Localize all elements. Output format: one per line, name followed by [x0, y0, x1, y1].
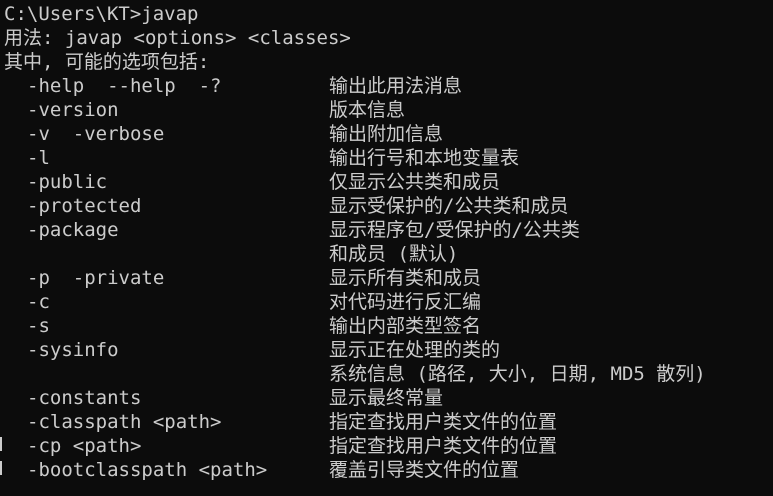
option-flag: -package: [27, 219, 119, 241]
option-flag: -public: [27, 171, 108, 193]
option-flag: -v -verbose: [27, 123, 165, 145]
option-description-continued: 和成员 (默认): [329, 243, 459, 265]
option-flag: -constants: [27, 387, 142, 409]
option-description: 对代码进行反汇编: [329, 291, 482, 313]
option-description: 显示程序包/受保护的/公共类: [329, 219, 580, 241]
option-description: 输出行号和本地变量表: [329, 147, 520, 169]
option-description: 输出附加信息: [329, 123, 444, 145]
option-description: 显示所有类和成员: [329, 267, 482, 289]
option-flag: -c: [27, 291, 50, 313]
edge-artifact: [0, 461, 2, 475]
option-description: 输出内部类型签名: [329, 315, 482, 337]
terminal-window[interactable]: C:\Users\KT>javap 用法: javap <options> <c…: [0, 0, 773, 496]
usage-line: 用法: javap <options> <classes>: [4, 27, 351, 49]
option-flag: -l: [27, 147, 50, 169]
option-description: 显示最终常量: [329, 387, 444, 409]
option-description: 显示受保护的/公共类和成员: [329, 195, 569, 217]
option-description: 输出此用法消息: [329, 75, 463, 97]
option-flag: -p -private: [27, 267, 165, 289]
option-description: 仅显示公共类和成员: [329, 171, 501, 193]
prompt-line: C:\Users\KT>javap: [4, 3, 199, 25]
options-header: 其中, 可能的选项包括:: [4, 51, 210, 73]
option-description: 版本信息: [329, 99, 406, 121]
option-flag: -version: [27, 99, 119, 121]
option-description: 指定查找用户类文件的位置: [329, 435, 558, 457]
option-flag: -s: [27, 315, 50, 337]
option-flag: -bootclasspath <path>: [27, 459, 268, 481]
option-flag: -protected: [27, 195, 142, 217]
option-description: 显示正在处理的类的: [329, 339, 501, 361]
option-description-continued: 系统信息 (路径, 大小, 日期, MD5 散列): [329, 363, 706, 385]
option-flag: -help --help -?: [27, 75, 222, 97]
option-description: 指定查找用户类文件的位置: [329, 411, 558, 433]
option-flag: -classpath <path>: [27, 411, 222, 433]
option-flag: -cp <path>: [27, 435, 142, 457]
option-description: 覆盖引导类文件的位置: [329, 459, 520, 481]
edge-artifact: [0, 437, 2, 451]
option-flag: -sysinfo: [27, 339, 119, 361]
